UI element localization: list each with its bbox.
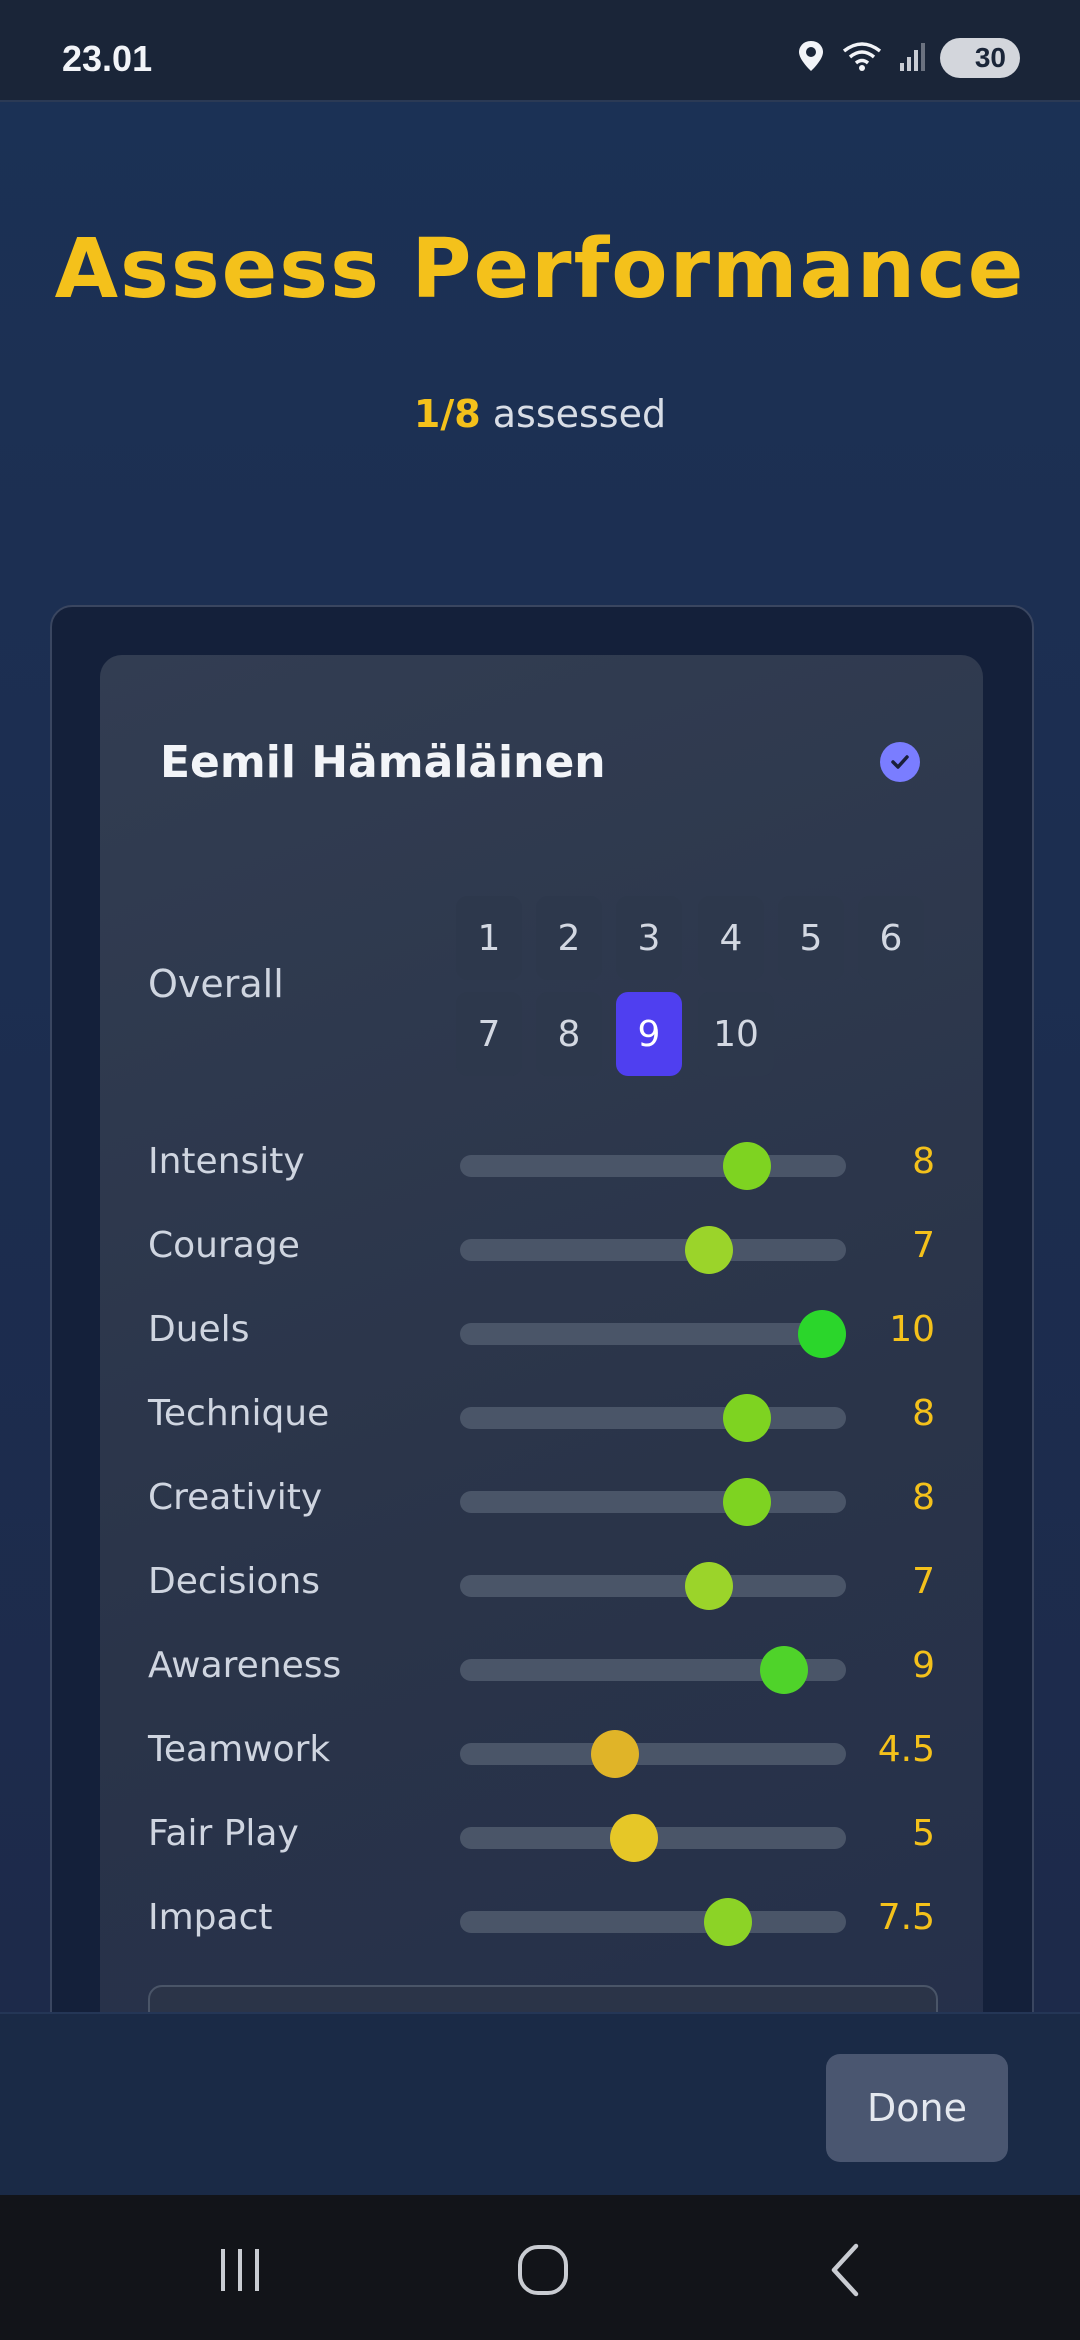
metric-slider[interactable] bbox=[460, 1310, 846, 1358]
check-icon bbox=[880, 742, 920, 782]
metric-row: Decisions 7 bbox=[100, 1553, 983, 1613]
metric-value: 8 bbox=[912, 1477, 935, 1518]
metric-slider[interactable] bbox=[460, 1562, 846, 1610]
overall-option-7[interactable]: 7 bbox=[456, 992, 522, 1076]
metric-slider[interactable] bbox=[460, 1394, 846, 1442]
metric-label: Creativity bbox=[148, 1477, 323, 1518]
metric-label: Duels bbox=[148, 1309, 250, 1350]
status-icons: 30 bbox=[796, 38, 1020, 78]
metric-value: 10 bbox=[889, 1309, 935, 1350]
battery-level: 30 bbox=[974, 42, 1006, 73]
metric-value: 8 bbox=[912, 1393, 935, 1434]
metric-row: Technique 8 bbox=[100, 1385, 983, 1445]
metric-slider[interactable] bbox=[460, 1646, 846, 1694]
metric-label: Decisions bbox=[148, 1561, 321, 1602]
page-title: Assess Performance bbox=[54, 222, 1026, 317]
slider-handle[interactable] bbox=[722, 1394, 771, 1442]
footer: Done bbox=[0, 2012, 1080, 2197]
metric-row: Fair Play 5 bbox=[100, 1805, 983, 1865]
metric-value: 8 bbox=[912, 1141, 935, 1182]
player-card: Eemil Hämäläinen Overall 1 2 3 4 5 6 7 8 9 10 Int… bbox=[100, 655, 983, 2047]
progress-suffix: assessed bbox=[480, 392, 667, 436]
overall-option-6[interactable]: 6 bbox=[858, 896, 924, 980]
slider-handle[interactable] bbox=[591, 1730, 640, 1778]
player-name: Eemil Hämäläinen bbox=[160, 737, 606, 788]
metric-label: Technique bbox=[148, 1393, 330, 1434]
overall-option-4[interactable]: 4 bbox=[698, 896, 764, 980]
status-bar: 23.01 30 bbox=[0, 0, 1080, 102]
metric-label: Courage bbox=[148, 1225, 300, 1266]
metric-value: 9 bbox=[912, 1645, 935, 1686]
metric-slider[interactable] bbox=[460, 1814, 846, 1862]
metric-label: Teamwork bbox=[148, 1729, 331, 1770]
metric-slider[interactable] bbox=[460, 1226, 846, 1274]
slider-handle[interactable] bbox=[685, 1562, 734, 1610]
home-icon[interactable] bbox=[508, 2235, 578, 2305]
progress-count: 1/8 bbox=[413, 392, 481, 436]
overall-option-5[interactable]: 5 bbox=[778, 896, 844, 980]
metric-row: Duels 10 bbox=[100, 1301, 983, 1361]
signal-icon bbox=[898, 39, 926, 77]
metric-slider[interactable] bbox=[460, 1898, 846, 1946]
battery-icon: 30 bbox=[940, 38, 1020, 78]
system-nav-bar bbox=[0, 2195, 1080, 2340]
metric-label: Awareness bbox=[148, 1645, 342, 1686]
overall-label: Overall bbox=[148, 962, 284, 1006]
overall-option-10[interactable]: 10 bbox=[698, 992, 774, 1076]
metric-label: Impact bbox=[148, 1897, 273, 1938]
slider-handle[interactable] bbox=[760, 1646, 809, 1694]
metric-value: 7.5 bbox=[877, 1897, 935, 1938]
metric-slider[interactable] bbox=[460, 1730, 846, 1778]
metric-row: Courage 7 bbox=[100, 1217, 983, 1277]
metric-slider[interactable] bbox=[460, 1478, 846, 1526]
metric-value: 7 bbox=[912, 1561, 935, 1602]
metric-row: Teamwork 4.5 bbox=[100, 1721, 983, 1781]
assessment-list[interactable]: Eemil Hämäläinen Overall 1 2 3 4 5 6 7 8 9 10 Int… bbox=[50, 605, 1034, 2049]
metric-row: Creativity 8 bbox=[100, 1469, 983, 1529]
overall-option-3[interactable]: 3 bbox=[616, 896, 682, 980]
slider-handle[interactable] bbox=[798, 1310, 846, 1358]
status-time: 23.01 bbox=[62, 38, 153, 79]
metric-label: Fair Play bbox=[148, 1813, 299, 1854]
done-button[interactable]: Done bbox=[826, 2054, 1008, 2162]
slider-handle[interactable] bbox=[722, 1478, 771, 1526]
header: Assess Performance 1/8 assessed bbox=[0, 102, 1080, 556]
back-icon[interactable] bbox=[812, 2235, 882, 2305]
overall-option-2[interactable]: 2 bbox=[536, 896, 602, 980]
slider-handle[interactable] bbox=[704, 1898, 753, 1946]
wifi-icon bbox=[840, 39, 884, 77]
metric-slider[interactable] bbox=[460, 1142, 846, 1190]
slider-handle[interactable] bbox=[722, 1142, 771, 1190]
metric-value: 4.5 bbox=[877, 1729, 935, 1770]
metric-row: Awareness 9 bbox=[100, 1637, 983, 1697]
recent-apps-icon[interactable] bbox=[205, 2235, 275, 2305]
metric-value: 5 bbox=[912, 1813, 935, 1854]
metric-label: Intensity bbox=[148, 1141, 305, 1182]
assessment-progress: 1/8 assessed bbox=[0, 392, 1080, 436]
location-icon bbox=[796, 39, 826, 77]
slider-handle[interactable] bbox=[610, 1814, 659, 1862]
metric-row: Intensity 8 bbox=[100, 1133, 983, 1193]
metric-row: Impact 7.5 bbox=[100, 1889, 983, 1949]
metric-value: 7 bbox=[912, 1225, 935, 1266]
overall-option-9[interactable]: 9 bbox=[616, 992, 682, 1076]
overall-option-8[interactable]: 8 bbox=[536, 992, 602, 1076]
slider-handle[interactable] bbox=[685, 1226, 734, 1274]
overall-option-1[interactable]: 1 bbox=[456, 896, 522, 980]
